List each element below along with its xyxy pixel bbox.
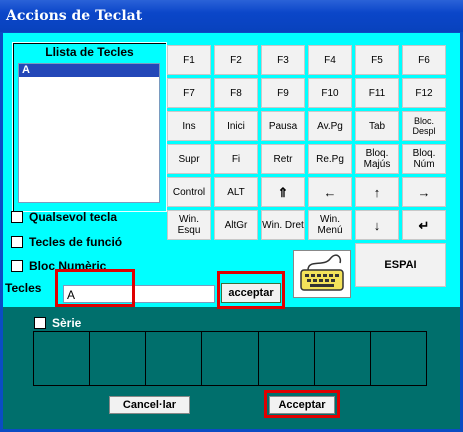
series-cell[interactable]	[202, 332, 259, 385]
key-win-right[interactable]: Win. Dret	[261, 210, 305, 240]
checkbox-any-key[interactable]: Qualsevol tecla	[11, 210, 117, 224]
key-f10[interactable]: F10	[308, 78, 352, 108]
checkbox-function-keys[interactable]: Tecles de funció	[11, 235, 122, 249]
arrow-right-icon[interactable]: →	[402, 177, 446, 207]
key-altgr[interactable]: AltGr	[214, 210, 258, 240]
key-f5[interactable]: F5	[355, 45, 399, 75]
key-f1[interactable]: F1	[167, 45, 211, 75]
key-scroll-lock[interactable]: Bloc. Despl	[402, 111, 446, 141]
keys-field-label: Tecles	[5, 281, 42, 295]
key-win-menu[interactable]: Win. Menú	[308, 210, 352, 240]
key-f3[interactable]: F3	[261, 45, 305, 75]
key-f2[interactable]: F2	[214, 45, 258, 75]
key-f6[interactable]: F6	[402, 45, 446, 75]
series-cell[interactable]	[315, 332, 371, 385]
key-tab[interactable]: Tab	[355, 111, 399, 141]
highlight-box-input	[55, 269, 135, 307]
checkbox-any-key-label: Qualsevol tecla	[29, 210, 118, 224]
key-page-down[interactable]: Av.Pg	[308, 111, 352, 141]
arrow-up-icon[interactable]: ↑	[355, 177, 399, 207]
key-f12[interactable]: F12	[402, 78, 446, 108]
key-listbox[interactable]: A	[18, 63, 160, 203]
checkbox-box[interactable]	[11, 211, 23, 223]
key-alt[interactable]: ALT	[214, 177, 258, 207]
checkbox-series-label: Sèrie	[52, 316, 82, 330]
key-num-lock[interactable]: Bloq. Núm	[402, 144, 446, 174]
key-caps-lock[interactable]: Bloq. Majús	[355, 144, 399, 174]
title-bar: Accions de Teclat	[0, 0, 463, 32]
key-insert[interactable]: Ins	[167, 111, 211, 141]
checkbox-function-keys-label: Tecles de funció	[29, 235, 123, 249]
checkbox-box[interactable]	[34, 317, 46, 329]
series-cell[interactable]	[259, 332, 315, 385]
dialog-client: Llista de Tecles A Qualsevol tecla Tecle…	[3, 33, 460, 429]
cancel-button[interactable]: Cancel·lar	[109, 396, 190, 414]
key-f8[interactable]: F8	[214, 78, 258, 108]
keyboard-icon	[293, 250, 351, 298]
key-f11[interactable]: F11	[355, 78, 399, 108]
highlight-box-accept	[264, 390, 340, 418]
window-frame: Llista de Tecles A Qualsevol tecla Tecle…	[0, 32, 463, 432]
key-list-label: Llista de Tecles	[45, 45, 134, 59]
key-backspace[interactable]: Retr	[261, 144, 305, 174]
series-cell[interactable]	[90, 332, 147, 385]
arrow-left-icon[interactable]: ←	[308, 177, 352, 207]
shift-icon[interactable]: ⇑	[261, 177, 305, 207]
key-f9[interactable]: F9	[261, 78, 305, 108]
checkbox-box[interactable]	[11, 260, 23, 272]
series-cell[interactable]	[34, 332, 91, 385]
series-cell[interactable]	[146, 332, 203, 385]
key-end[interactable]: Fi	[214, 144, 258, 174]
key-space[interactable]: ESPAI	[355, 243, 446, 287]
series-cell[interactable]	[371, 332, 426, 385]
window-title: Accions de Teclat	[6, 8, 143, 24]
checkbox-series[interactable]: Sèrie	[34, 316, 81, 330]
checkbox-box[interactable]	[11, 236, 23, 248]
key-f4[interactable]: F4	[308, 45, 352, 75]
key-page-up[interactable]: Re.Pg	[308, 144, 352, 174]
key-pause[interactable]: Pausa	[261, 111, 305, 141]
keyboard-panel: Llista de Tecles A Qualsevol tecla Tecle…	[3, 33, 460, 309]
key-control[interactable]: Control	[167, 177, 211, 207]
key-list-group: Llista de Tecles A	[12, 42, 167, 212]
list-item[interactable]: A	[19, 64, 159, 77]
key-f7[interactable]: F7	[167, 78, 211, 108]
key-home[interactable]: Inici	[214, 111, 258, 141]
key-delete[interactable]: Supr	[167, 144, 211, 174]
enter-icon[interactable]: ↵	[402, 210, 446, 240]
arrow-down-icon[interactable]: ↓	[355, 210, 399, 240]
highlight-box-accept-key	[217, 271, 285, 309]
key-win-left[interactable]: Win. Esqu	[167, 210, 211, 240]
series-cells	[33, 331, 427, 386]
